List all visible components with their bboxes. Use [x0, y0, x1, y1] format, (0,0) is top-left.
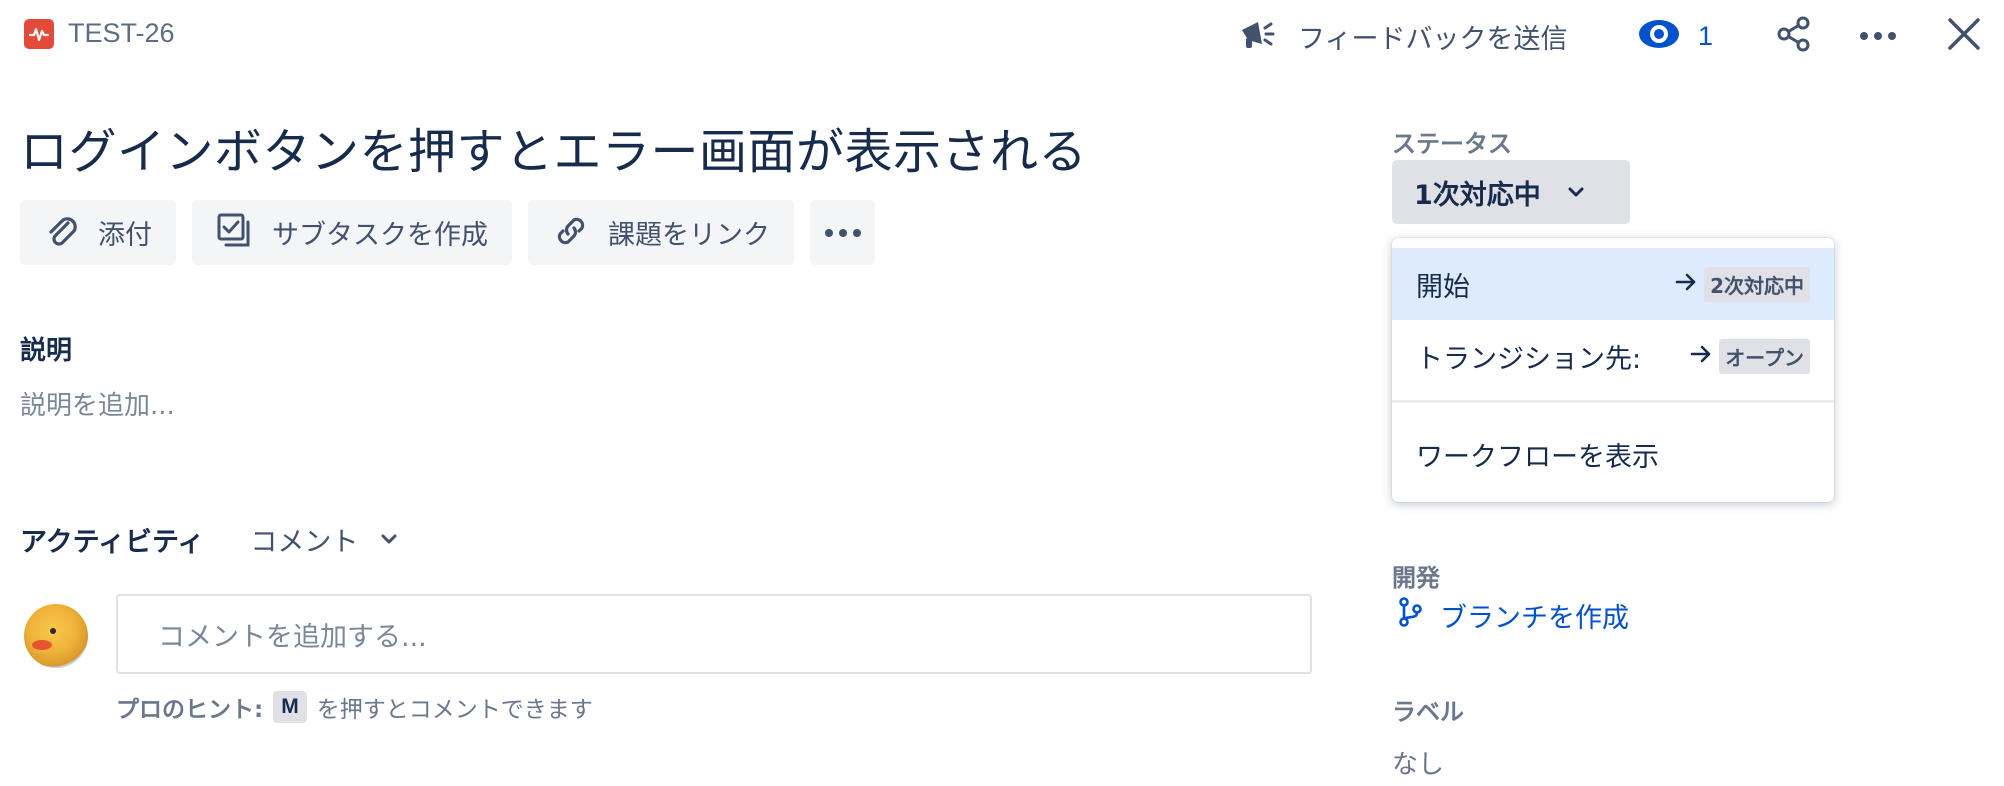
share-icon — [1774, 14, 1814, 58]
transition-item-start[interactable]: 開始 2次対応中 — [1392, 248, 1834, 320]
close-icon — [1947, 17, 1981, 55]
status-dropdown-button[interactable]: 1次対応中 — [1392, 160, 1630, 224]
menu-divider — [1392, 400, 1834, 403]
view-workflow-item[interactable]: ワークフローを表示 — [1392, 418, 1834, 490]
status-lozenge: 2次対応中 — [1704, 266, 1810, 302]
share-button[interactable] — [1768, 10, 1820, 62]
link-issue-button[interactable]: 課題をリンク — [528, 200, 794, 265]
create-subtask-button[interactable]: サブタスクを作成 — [192, 200, 512, 265]
watch-count: 1 — [1698, 20, 1714, 51]
activity-heading: アクティビティ — [20, 527, 205, 558]
arrow-right-icon — [1689, 344, 1713, 368]
attach-button[interactable]: 添付 — [20, 200, 176, 265]
comment-input[interactable]: コメントを追加する... — [116, 594, 1312, 674]
eye-icon — [1638, 18, 1680, 54]
status-value: 1次対応中 — [1414, 179, 1541, 211]
keyboard-shortcut: M — [273, 691, 307, 723]
activity-filter-label: コメント — [250, 527, 359, 558]
status-transition-menu: 開始 2次対応中 トランジション先: オープン ワークフローを表示 — [1392, 238, 1834, 502]
subtask-icon — [216, 212, 254, 254]
status-lozenge: オープン — [1719, 338, 1810, 374]
feedback-button[interactable]: フィードバックを送信 — [1236, 10, 1567, 62]
more-icon — [823, 223, 863, 242]
header-actions: フィードバックを送信 1 — [0, 10, 2004, 62]
avatar — [24, 604, 88, 668]
issue-action-bar: 添付 サブタスクを作成 課題をリンク — [20, 200, 875, 265]
description-field[interactable]: 説明を追加... — [20, 385, 175, 422]
create-branch-link[interactable]: ブランチを作成 — [1398, 596, 1629, 635]
close-button[interactable] — [1938, 10, 1990, 62]
labels-field-label: ラベル — [1392, 698, 1464, 726]
more-icon — [1858, 27, 1898, 46]
comment-hint: プロのヒント: M を押すとコメントできます — [116, 690, 593, 724]
megaphone-icon — [1236, 14, 1276, 58]
feedback-label: フィードバックを送信 — [1298, 23, 1568, 55]
activity-section: アクティビティ コメント — [20, 520, 398, 559]
hint-suffix: を押すとコメントできます — [316, 697, 593, 723]
development-field-label: 開発 — [1392, 564, 1440, 592]
branch-icon — [1398, 597, 1422, 634]
more-options-button[interactable] — [1852, 10, 1904, 62]
chevron-down-icon — [380, 530, 398, 549]
attach-label: 添付 — [98, 220, 152, 251]
create-subtask-label: サブタスクを作成 — [272, 220, 488, 251]
activity-filter-dropdown[interactable]: コメント — [250, 520, 398, 559]
issue-title[interactable]: ログインボタンを押すとエラー画面が表示される — [20, 112, 1087, 182]
create-branch-label: ブランチを作成 — [1440, 603, 1629, 634]
description-heading: 説明 — [20, 336, 73, 366]
transition-item-open[interactable]: トランジション先: オープン — [1392, 320, 1834, 392]
status-field-label: ステータス — [1392, 130, 1512, 158]
paperclip-icon — [44, 213, 80, 253]
watch-button[interactable]: 1 — [1638, 10, 1713, 62]
labels-value[interactable]: なし — [1392, 744, 1444, 781]
view-workflow-label: ワークフローを表示 — [1416, 441, 1659, 473]
more-actions-button[interactable] — [810, 200, 875, 265]
transition-label: トランジション先: — [1416, 343, 1642, 375]
arrow-right-icon — [1674, 272, 1698, 296]
link-issue-label: 課題をリンク — [608, 220, 770, 251]
transition-label: 開始 — [1416, 271, 1470, 303]
chevron-down-icon — [1567, 183, 1585, 202]
link-icon — [552, 212, 590, 254]
hint-prefix: プロのヒント: — [116, 697, 264, 723]
